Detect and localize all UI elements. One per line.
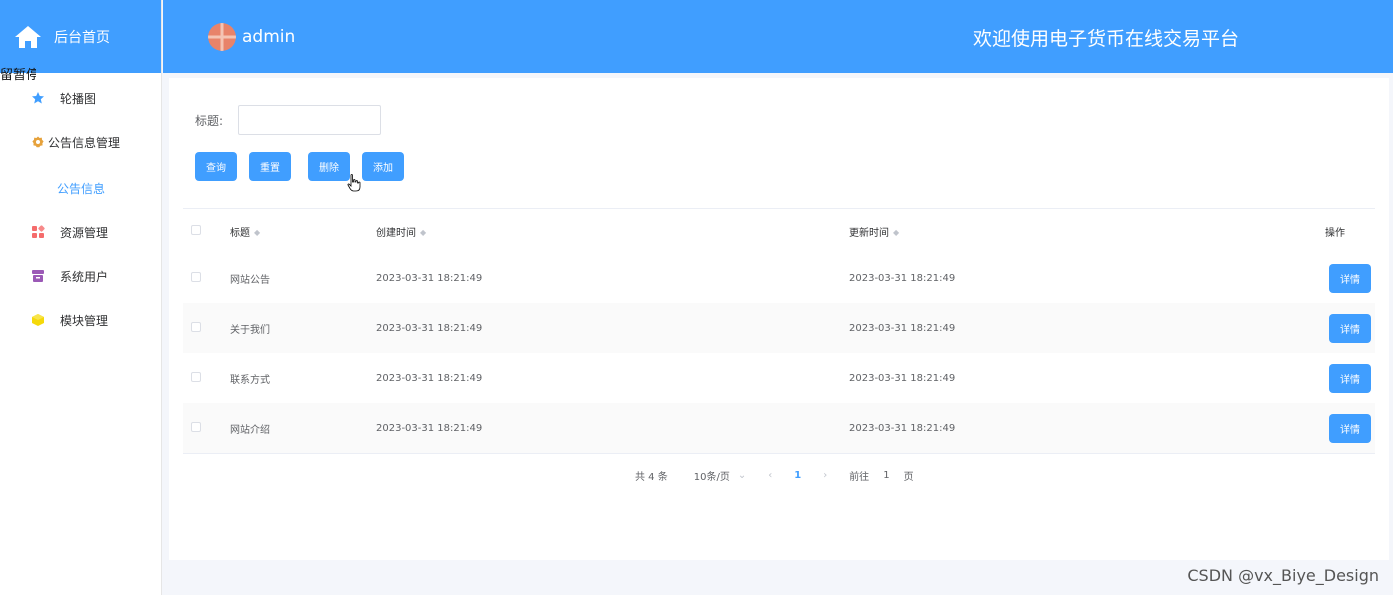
sidebar-item-label: 公告信息 [56,181,105,196]
sidebar-item-label: 模块管理 [60,313,109,328]
admin-name[interactable]: admin [242,27,295,47]
sort-icon[interactable]: ◆ [893,228,899,237]
sort-icon[interactable]: ◆ [254,228,260,237]
row-checkbox[interactable] [191,421,201,432]
table-row: 网站介绍 2023-03-31 18:21:49 2023-03-31 18:2… [183,403,1375,453]
delete-button[interactable]: 删除 [308,152,350,181]
header-updated-label: 更新时间 [849,227,889,239]
search-label: 标题: [195,113,224,128]
cube-icon [32,314,44,326]
detail-button[interactable]: 详情 [1329,413,1371,443]
cell-updated: 2023-03-31 18:21:49 [849,422,956,434]
cell-title: 关于我们 [230,324,270,336]
avatar-icon [208,22,236,51]
sidebar-item-carousel[interactable]: 轮播图 [0,76,162,120]
header-created-label: 创建时间 [376,227,416,239]
goto-label: 前往 [849,472,870,483]
pagination: 共 4 条 10条/页 ⌄ ‹ 1 › 前往 1 页 [635,468,914,483]
home-icon [15,25,41,48]
header-created[interactable]: 创建时间 ◆ [376,224,849,239]
detail-button[interactable]: 详情 [1329,263,1371,293]
table-row: 关于我们 2023-03-31 18:21:49 2023-03-31 18:2… [183,303,1375,353]
header-title-label: 标题 [230,227,250,239]
sidebar-home-link[interactable]: 后台首页 [0,0,161,73]
watermark: CSDN @vx_Biye_Design [1187,566,1379,585]
sidebar-item-notice-management[interactable]: 公告信息管理 [0,120,162,164]
star-icon [32,92,44,104]
cell-created: 2023-03-31 18:21:49 [376,322,483,334]
action-buttons: 查询 重置 删除 添加 [195,152,416,181]
main-content: 标题: 查询 重置 删除 添加 标题 ◆ 创建时间 ◆ 更新时间 ◆ 操作 网站公告 … [169,78,1389,560]
table-header: 标题 ◆ 创建时间 ◆ 更新时间 ◆ 操作 [183,209,1375,253]
next-page-icon[interactable]: › [823,470,827,481]
cell-created: 2023-03-31 18:21:49 [376,272,483,284]
sidebar-item-label: 公告信息管理 [48,135,121,150]
top-bar: admin 欢迎使用电子货币在线交易平台 [163,0,1393,73]
sidebar-item-module-management[interactable]: 模块管理 [0,298,162,342]
cell-created: 2023-03-31 18:21:49 [376,372,483,384]
archive-icon [32,270,44,282]
site-title: 欢迎使用电子货币在线交易平台 [973,28,1240,50]
row-checkbox[interactable] [191,321,201,332]
cell-updated: 2023-03-31 18:21:49 [849,272,956,284]
sidebar-item-label: 系统用户 [60,269,109,284]
badge-icon [32,136,44,148]
sidebar-item-label: 资源管理 [60,225,109,240]
query-button[interactable]: 查询 [195,152,237,181]
grid-icon [32,225,45,238]
home-label: 后台首页 [54,29,110,46]
cell-updated: 2023-03-31 18:21:49 [849,372,956,384]
sidebar-menu: 轮播图 公告信息管理 公告信息 资源管理 系统用户 模块管理 [0,76,162,342]
detail-button[interactable]: 详情 [1329,313,1371,343]
cell-title: 网站介绍 [230,424,270,436]
hand-cursor-icon [347,174,361,192]
sort-icon[interactable]: ◆ [420,228,426,237]
prev-page-icon[interactable]: ‹ [768,470,772,481]
header-title[interactable]: 标题 ◆ [230,224,376,239]
avatar[interactable] [208,22,236,51]
search-form: 标题: [195,105,381,135]
table-row: 网站公告 2023-03-31 18:21:49 2023-03-31 18:2… [183,253,1375,303]
pagination-total: 共 4 条 [635,472,668,483]
sidebar-item-system-users[interactable]: 系统用户 [0,254,162,298]
sidebar-item-notice-info[interactable]: 公告信息 [0,166,162,210]
title-search-input[interactable] [238,105,381,135]
cell-title: 网站公告 [230,274,270,286]
detail-button[interactable]: 详情 [1329,363,1371,393]
row-checkbox[interactable] [191,271,201,282]
page-size-select[interactable]: 10条/页 [694,468,730,483]
cell-updated: 2023-03-31 18:21:49 [849,322,956,334]
notice-table: 标题 ◆ 创建时间 ◆ 更新时间 ◆ 操作 网站公告 2023-03-31 18:21… [183,208,1375,454]
page-number-current[interactable]: 1 [794,470,801,481]
header-operation: 操作 [1319,224,1375,239]
goto-page-input[interactable]: 1 [883,470,889,481]
table-row: 联系方式 2023-03-31 18:21:49 2023-03-31 18:2… [183,353,1375,403]
cell-title: 联系方式 [230,374,270,386]
header-operation-label: 操作 [1325,227,1345,239]
header-updated[interactable]: 更新时间 ◆ [849,224,1319,239]
chevron-down-icon[interactable]: ⌄ [738,470,746,481]
select-all-checkbox[interactable] [191,224,201,235]
sidebar: 后台首页 留暂停 轮播图 公告信息管理 公告信息 资源管理 系统用户 模块管理 [0,0,162,595]
row-checkbox[interactable] [191,371,201,382]
cell-created: 2023-03-31 18:21:49 [376,422,483,434]
sidebar-item-label: 轮播图 [60,91,97,106]
sidebar-item-resource-management[interactable]: 资源管理 [0,210,162,254]
add-button[interactable]: 添加 [362,152,404,181]
reset-button[interactable]: 重置 [249,152,291,181]
page-suffix: 页 [903,472,914,483]
